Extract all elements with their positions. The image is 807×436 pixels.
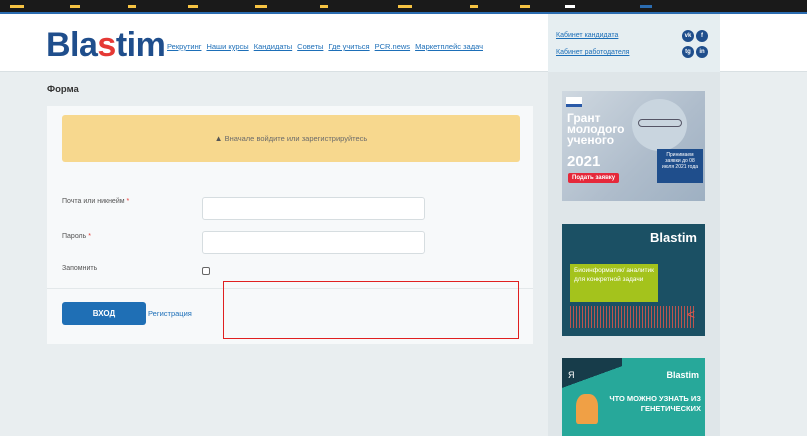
employer-cabinet-link[interactable]: Кабинет работодателя	[556, 49, 629, 56]
required-mark: *	[88, 233, 91, 240]
grant-year: 2021	[567, 153, 601, 170]
remember-label: Запомнить	[62, 265, 98, 272]
partner-logo: Я	[568, 370, 575, 380]
facebook-icon[interactable]: f	[696, 30, 708, 42]
bioinformatics-banner[interactable]: Blastim Биоинформатик/ аналитик для конк…	[562, 224, 705, 336]
nav-link-marketplace[interactable]: Маркетплейс задач	[415, 42, 483, 51]
password-field[interactable]	[202, 231, 425, 254]
blastim-logo[interactable]: Blastim	[46, 26, 166, 65]
remember-checkbox[interactable]	[202, 267, 210, 275]
grant-apply-button[interactable]: Подать заявку	[568, 173, 620, 183]
glasses-shape	[638, 119, 682, 127]
sponsor-logo	[566, 97, 582, 107]
required-mark: *	[126, 198, 130, 205]
strip-mark	[398, 5, 412, 8]
register-link[interactable]: Регистрация	[148, 309, 192, 318]
strip-mark	[640, 5, 652, 8]
banner-brand: Blastim	[650, 230, 697, 245]
bioinformatics-text: Биоинформатик/ аналитик для конкретной з…	[574, 267, 655, 283]
account-panel: Кабинет кандидата Кабинет работодателя v…	[548, 14, 720, 72]
stripes-pattern	[570, 306, 695, 328]
banner-brand: Blastim	[666, 370, 699, 380]
nav-link-courses[interactable]: Наши курсы	[206, 42, 248, 51]
page-title: Форма	[47, 84, 79, 95]
main-nav: Рекрутинг Наши курсы Кандидаты Советы Гд…	[167, 42, 483, 51]
email-field[interactable]	[202, 197, 425, 220]
nav-link-recruiting[interactable]: Рекрутинг	[167, 42, 201, 51]
nav-link-advice[interactable]: Советы	[297, 42, 323, 51]
genetics-banner[interactable]: Я Blastim ЧТО МОЖНО УЗНАТЬ ИЗ ГЕНЕТИЧЕСК…	[562, 358, 705, 436]
password-label: Пароль *	[62, 233, 91, 240]
linkedin-icon[interactable]: in	[696, 46, 708, 58]
grant-banner[interactable]: Грант молодого ученого 2021 Подать заявк…	[562, 91, 705, 201]
login-required-alert: ▲ Вначале войдите или зарегистрируйтесь	[62, 115, 520, 162]
strip-mark	[320, 5, 328, 8]
email-label-text: Почта или никнейм	[62, 198, 125, 205]
strip-mark	[128, 5, 136, 8]
arrow-left-icon: <	[686, 306, 695, 322]
genetics-text: ЧТО МОЖНО УЗНАТЬ ИЗ ГЕНЕТИЧЕСКИХ	[609, 394, 701, 413]
grant-title: Грант молодого ученого	[567, 111, 625, 147]
strip-mark	[470, 5, 478, 8]
nav-link-where-to-study[interactable]: Где учиться	[328, 42, 369, 51]
warning-icon: ▲	[214, 134, 223, 143]
strip-mark	[565, 5, 575, 8]
strip-mark	[188, 5, 198, 8]
grant-deadline: Принимаем заявки до 08 июля 2021 года	[657, 149, 703, 183]
strip-mark	[520, 5, 530, 8]
alert-text: Вначале войдите или зарегистрируйтесь	[224, 134, 368, 143]
vk-icon[interactable]: vk	[682, 30, 694, 42]
top-browser-strip	[0, 0, 807, 14]
candidate-cabinet-link[interactable]: Кабинет кандидата	[556, 32, 618, 39]
nav-link-candidates[interactable]: Кандидаты	[254, 42, 292, 51]
email-label: Почта или никнейм *	[62, 198, 129, 205]
strip-mark	[70, 5, 80, 8]
strip-mark	[255, 5, 267, 8]
highlight-box	[223, 281, 519, 339]
login-button[interactable]: ВХОД	[62, 302, 146, 325]
telegram-icon[interactable]: tg	[682, 46, 694, 58]
strip-mark	[10, 5, 24, 8]
nav-link-pcr-news[interactable]: PCR.news	[375, 42, 410, 51]
password-label-text: Пароль	[62, 233, 87, 240]
